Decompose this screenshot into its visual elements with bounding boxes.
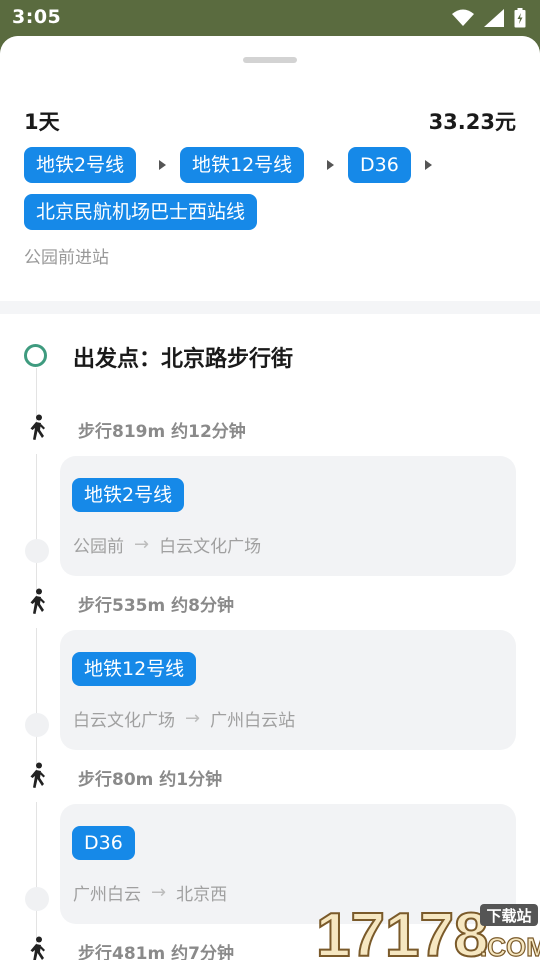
route-from: 公园前 xyxy=(73,537,124,557)
arrow-right-icon: → xyxy=(151,882,167,903)
walk-icon xyxy=(30,762,45,788)
watermark-badge: 下载站 xyxy=(486,907,531,925)
arrow-right-icon xyxy=(159,160,166,170)
signal-icon xyxy=(484,9,504,27)
route-from: 白云文化广场 xyxy=(73,711,175,731)
card-line-chip: D36 xyxy=(72,826,135,860)
step-dot xyxy=(25,713,49,737)
start-stop: 公园前进站 xyxy=(24,248,109,268)
arrow-right-icon: → xyxy=(134,534,150,555)
walk-info: 步行481m 约7分钟 xyxy=(78,944,234,960)
line-chip-airport-bus[interactable]: 北京民航机场巴士西站线 xyxy=(24,194,258,230)
line-chip-subway-12[interactable]: 地铁12号线 xyxy=(180,147,305,183)
route-summary: 1天 33.23元 地铁2号线 地铁12号线 D36 北京民航机场巴士西站线 公… xyxy=(0,36,540,301)
timeline-line xyxy=(36,802,37,948)
trip-duration: 1天 xyxy=(24,110,60,134)
transit-card[interactable]: 地铁12号线 白云文化广场 → 广州白云站 xyxy=(60,630,516,750)
status-icons xyxy=(452,8,526,28)
timeline-line xyxy=(36,454,37,600)
status-bar: 3:05 xyxy=(0,0,540,36)
trip-price: 33.23元 xyxy=(428,110,516,134)
route-to: 北京西 xyxy=(176,885,228,905)
start-point-icon xyxy=(24,344,47,367)
watermark-logo: 17178 下载站 .COM xyxy=(316,900,540,960)
step-dot xyxy=(25,539,49,563)
step-dot xyxy=(25,887,49,911)
line-chip-d36[interactable]: D36 xyxy=(348,147,411,183)
watermark-suffix: .COM xyxy=(480,932,540,960)
timeline-line xyxy=(36,628,37,774)
walk-info: 步行819m 约12分钟 xyxy=(78,422,246,442)
card-route: 白云文化广场 → 广州白云站 xyxy=(73,706,295,731)
walk-icon xyxy=(30,936,45,960)
drag-handle[interactable] xyxy=(243,57,297,63)
route-to: 白云文化广场 xyxy=(159,537,262,557)
route-to: 广州白云站 xyxy=(210,711,296,731)
card-route: 广州白云 → 北京西 xyxy=(73,880,227,905)
watermark-digits: 17178 xyxy=(316,901,488,960)
wifi-icon xyxy=(452,9,474,26)
arrow-right-icon xyxy=(327,160,334,170)
card-line-chip: 地铁12号线 xyxy=(72,652,197,686)
status-time: 3:05 xyxy=(12,6,62,28)
walk-info: 步行535m 约8分钟 xyxy=(78,596,234,616)
route-from: 广州白云 xyxy=(73,885,141,905)
walk-icon xyxy=(30,414,45,440)
walk-icon xyxy=(30,588,45,614)
route-detail-sheet: 1天 33.23元 地铁2号线 地铁12号线 D36 北京民航机场巴士西站线 公… xyxy=(0,36,540,960)
arrow-right-icon: → xyxy=(185,708,201,729)
route-timeline: 出发点：北京路步行街 步行819m 约12分钟 地铁2号线 公园前 → 白云文化… xyxy=(0,314,540,960)
walk-info: 步行80m 约1分钟 xyxy=(78,770,223,790)
card-route: 公园前 → 白云文化广场 xyxy=(73,532,261,557)
start-point-label: 出发点：北京路步行街 xyxy=(73,347,294,372)
arrow-right-icon xyxy=(425,160,432,170)
line-chip-subway-2[interactable]: 地铁2号线 xyxy=(24,147,137,183)
card-line-chip: 地铁2号线 xyxy=(72,478,185,512)
transit-card[interactable]: 地铁2号线 公园前 → 白云文化广场 xyxy=(60,456,516,576)
battery-icon xyxy=(514,8,526,28)
